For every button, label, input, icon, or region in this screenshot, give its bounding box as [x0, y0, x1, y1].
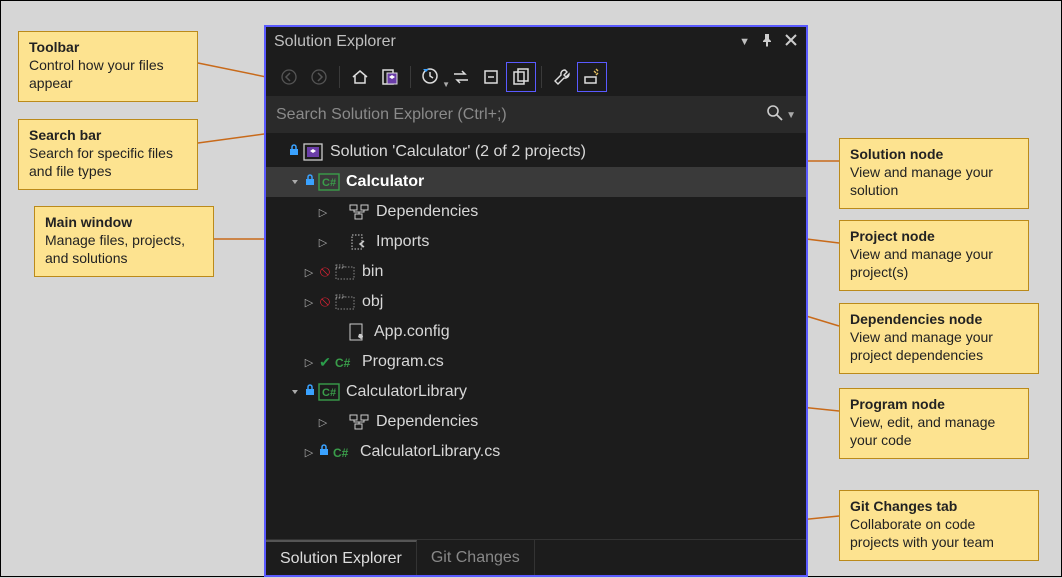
project-label: CalculatorLibrary — [346, 383, 467, 401]
csharp-project-icon: C# — [318, 172, 340, 192]
pin-icon[interactable] — [760, 33, 774, 52]
config-file-icon — [346, 322, 368, 342]
csharp-file-icon: C# — [332, 442, 354, 462]
bin-folder-node[interactable]: ⦸ bin — [266, 257, 806, 287]
checkmark-icon: ✔ — [318, 354, 332, 371]
lock-icon — [304, 173, 316, 191]
dependencies-icon — [348, 202, 370, 222]
node-label: Program.cs — [362, 353, 444, 371]
imports-icon — [348, 232, 370, 252]
node-label: Dependencies — [376, 413, 478, 431]
callout-deps: Dependencies node View and manage your p… — [839, 303, 1039, 374]
node-label: CalculatorLibrary.cs — [360, 443, 500, 461]
expand-icon[interactable] — [302, 266, 316, 279]
callout-solution: Solution node View and manage your solut… — [839, 138, 1029, 209]
expand-icon[interactable] — [288, 387, 302, 398]
lock-icon — [288, 143, 300, 161]
search-icon[interactable] — [766, 104, 784, 127]
callout-project: Project node View and manage your projec… — [839, 220, 1029, 291]
excluded-icon: ⦸ — [318, 264, 332, 280]
show-all-files-icon[interactable] — [506, 62, 536, 92]
node-label: obj — [362, 293, 383, 311]
dropdown-icon[interactable]: ▼ — [739, 36, 750, 48]
svg-text:C#: C# — [322, 387, 336, 399]
expand-icon[interactable] — [302, 296, 316, 309]
expand-icon[interactable] — [302, 446, 316, 459]
svg-text:C#: C# — [322, 177, 336, 189]
node-label: Dependencies — [376, 203, 478, 221]
search-dropdown-icon[interactable]: ▼ — [786, 110, 796, 121]
excluded-icon: ⦸ — [318, 294, 332, 310]
hidden-folder-icon — [334, 262, 356, 282]
tab-strip: Solution Explorer Git Changes — [266, 539, 806, 575]
csharp-file-icon: C# — [334, 352, 356, 372]
search-placeholder: Search Solution Explorer (Ctrl+;) — [276, 106, 507, 124]
properties-icon[interactable] — [547, 62, 577, 92]
collapse-all-icon[interactable] — [476, 62, 506, 92]
forward-icon[interactable] — [304, 62, 334, 92]
callout-main: Main window Manage files, projects, and … — [34, 206, 214, 277]
obj-folder-node[interactable]: ⦸ obj — [266, 287, 806, 317]
node-label: Imports — [376, 233, 429, 251]
expand-icon[interactable] — [288, 177, 302, 188]
solution-node[interactable]: Solution 'Calculator' (2 of 2 projects) — [266, 137, 806, 167]
expand-icon[interactable] — [316, 206, 330, 219]
search-bar[interactable]: Search Solution Explorer (Ctrl+;) ▼ — [266, 97, 806, 133]
callout-search: Search bar Search for specific files and… — [18, 119, 198, 190]
callout-toolbar: Toolbar Control how your files appear — [18, 31, 198, 102]
project-node-library[interactable]: C# CalculatorLibrary — [266, 377, 806, 407]
appconfig-node[interactable]: App.config — [266, 317, 806, 347]
node-label: App.config — [374, 323, 450, 341]
hidden-folder-icon — [334, 292, 356, 312]
titlebar: Solution Explorer ▼ — [266, 27, 806, 57]
close-icon[interactable] — [784, 33, 798, 52]
dependencies-icon — [348, 412, 370, 432]
expand-icon[interactable] — [316, 416, 330, 429]
callout-git: Git Changes tab Collaborate on code proj… — [839, 490, 1039, 561]
imports-node[interactable]: Imports — [266, 227, 806, 257]
project-label: Calculator — [346, 173, 424, 191]
node-label: bin — [362, 263, 383, 281]
lock-icon — [318, 443, 330, 461]
project-node-calculator[interactable]: C# Calculator — [266, 167, 806, 197]
toolbar: ▼ — [266, 57, 806, 97]
program-node[interactable]: ✔ C# Program.cs — [266, 347, 806, 377]
tree-view: Solution 'Calculator' (2 of 2 projects) … — [266, 133, 806, 475]
svg-text:C#: C# — [335, 356, 351, 370]
sync-icon[interactable] — [446, 62, 476, 92]
dependencies-node-2[interactable]: Dependencies — [266, 407, 806, 437]
switch-views-icon[interactable] — [375, 62, 405, 92]
window-title: Solution Explorer — [274, 33, 396, 51]
back-icon[interactable] — [274, 62, 304, 92]
callout-program: Program node View, edit, and manage your… — [839, 388, 1029, 459]
dependencies-node[interactable]: Dependencies — [266, 197, 806, 227]
expand-icon[interactable] — [316, 236, 330, 249]
tab-solution-explorer[interactable]: Solution Explorer — [266, 540, 417, 575]
svg-text:C#: C# — [333, 446, 349, 460]
tab-git-changes[interactable]: Git Changes — [417, 540, 535, 575]
preview-selected-items-icon[interactable] — [577, 62, 607, 92]
pending-changes-filter-icon[interactable]: ▼ — [416, 62, 446, 92]
library-file-node[interactable]: C# CalculatorLibrary.cs — [266, 437, 806, 467]
solution-label: Solution 'Calculator' (2 of 2 projects) — [330, 143, 586, 161]
solution-icon — [302, 142, 324, 162]
home-icon[interactable] — [345, 62, 375, 92]
expand-icon[interactable] — [302, 356, 316, 369]
solution-explorer-window: Solution Explorer ▼ ▼ — [264, 25, 808, 577]
lock-icon — [304, 383, 316, 401]
csharp-project-icon: C# — [318, 382, 340, 402]
